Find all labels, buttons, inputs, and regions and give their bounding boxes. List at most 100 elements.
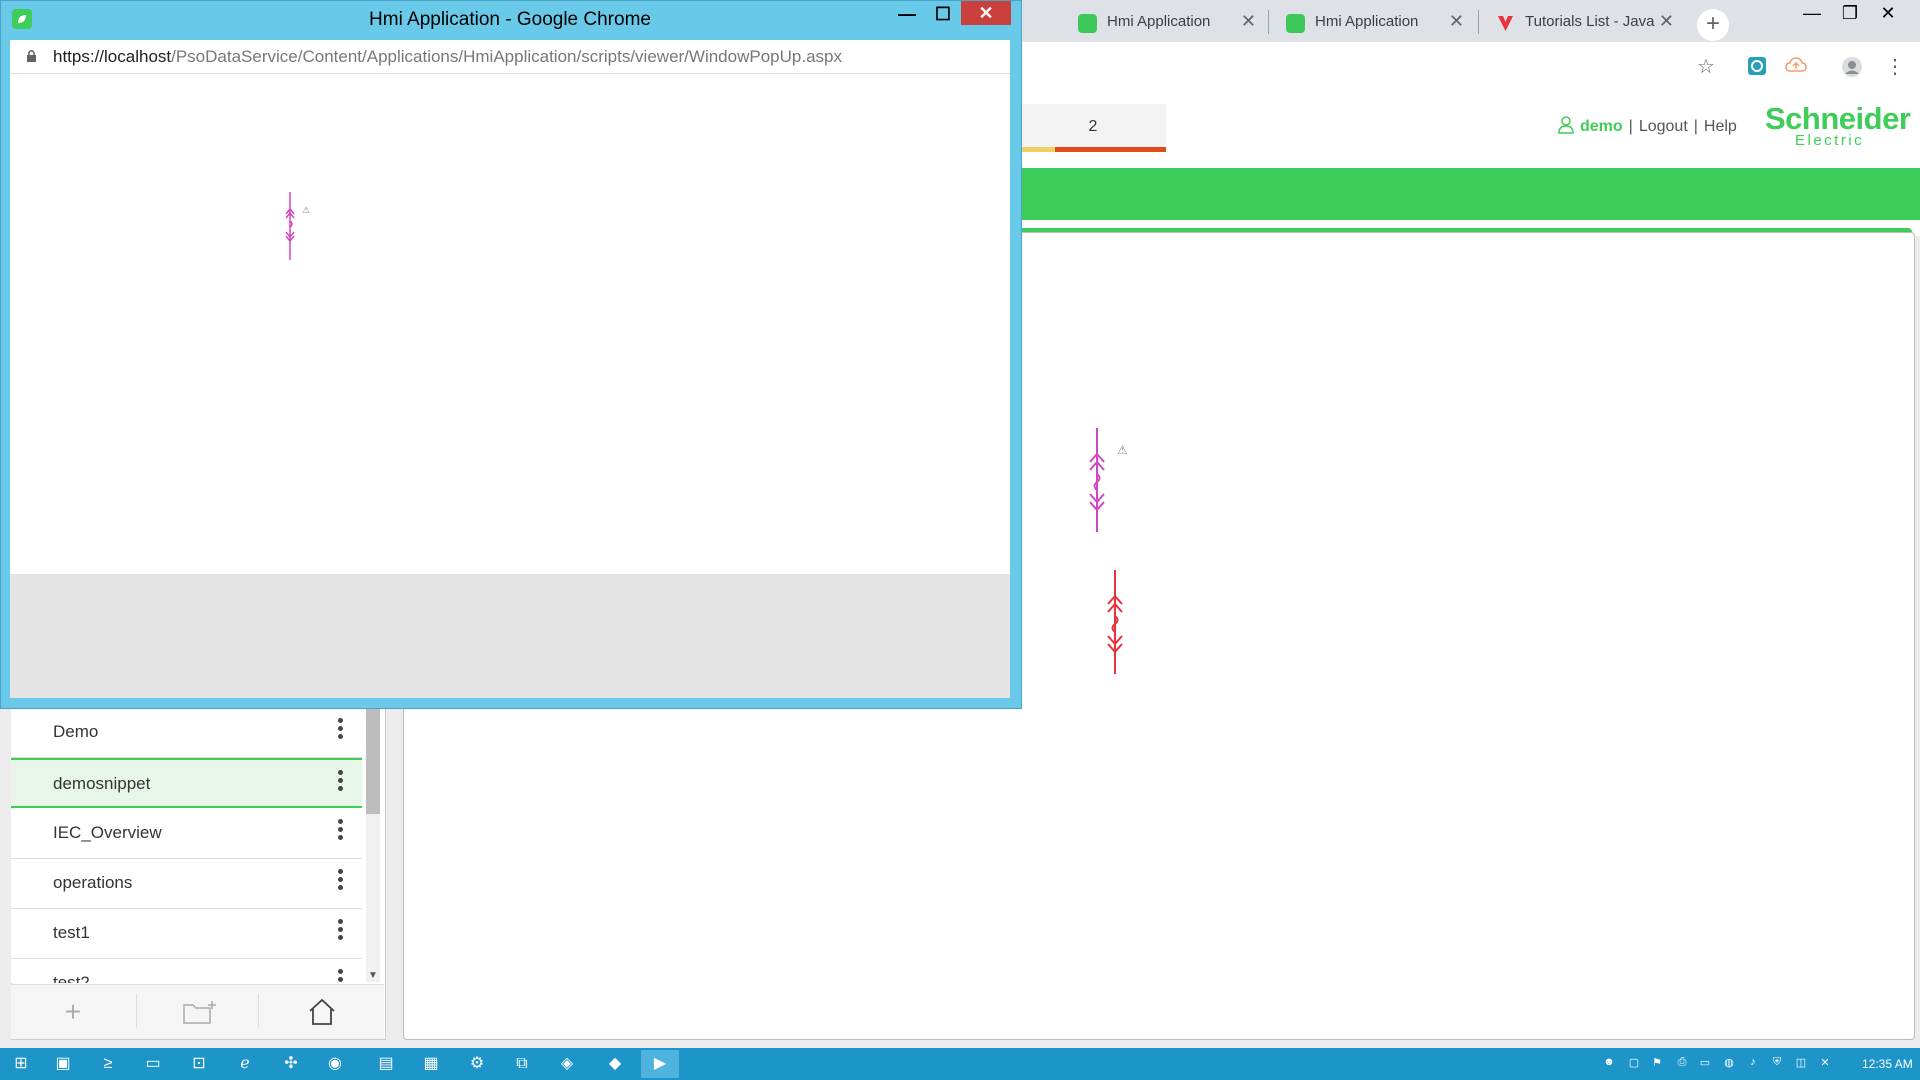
tab-tutorials-list[interactable]: Tutorials List - Java ✕ <box>1480 6 1688 42</box>
list-item-label: demosnippet <box>53 774 151 793</box>
tray-device-icon[interactable]: ▢ <box>1627 1056 1641 1070</box>
more-options-icon[interactable] <box>338 819 344 843</box>
more-options-icon[interactable] <box>338 919 344 943</box>
help-link[interactable]: Help <box>1704 118 1737 135</box>
logo-line1: Schneider <box>1765 101 1911 136</box>
tray-printer-icon[interactable]: ⎙ <box>1675 1056 1689 1070</box>
diagram-tab-label: 2 <box>1088 118 1098 135</box>
popup-content <box>10 74 1010 574</box>
file-explorer-icon[interactable]: ▭ <box>134 1050 172 1078</box>
close-icon[interactable]: ✕ <box>1449 11 1464 32</box>
home-button[interactable] <box>290 992 354 1032</box>
list-item[interactable]: Demo <box>11 708 362 758</box>
add-button[interactable]: + <box>36 992 110 1032</box>
popup-close-button[interactable]: ✕ <box>961 1 1011 25</box>
tab-separator <box>1268 10 1269 34</box>
tab-hmi-application-2[interactable]: Hmi Application ✕ <box>1270 6 1478 42</box>
server-manager-icon[interactable]: ▣ <box>44 1050 82 1078</box>
hmi-app-icon[interactable]: ◈ <box>548 1050 586 1078</box>
clock[interactable]: 12:35 AM <box>1862 1057 1913 1071</box>
more-options-icon[interactable] <box>338 770 344 794</box>
tab-title: Hmi Application <box>1315 13 1419 30</box>
tray-display-icon[interactable]: ▭ <box>1698 1056 1712 1070</box>
network-icon[interactable]: ⊡ <box>180 1050 218 1078</box>
more-options-icon[interactable] <box>338 969 344 983</box>
user-area: demo | Logout | Help <box>1558 116 1737 136</box>
switch-symbol-magenta[interactable]: ⚠ <box>1080 420 1130 540</box>
list-item[interactable]: IEC_Overview <box>11 809 362 859</box>
tray-monitor-icon[interactable]: ◫ <box>1794 1056 1808 1070</box>
tray-security-icon[interactable]: ⛨ <box>1770 1056 1784 1070</box>
popup-title: Hmi Application - Google Chrome <box>369 9 651 30</box>
popup-address-bar[interactable]: https://localhost/PsoDataService/Content… <box>10 40 1010 74</box>
tools-icon[interactable]: ✣ <box>272 1050 310 1078</box>
cloud-icon[interactable] <box>1785 56 1807 78</box>
remote-icon[interactable]: ⧉ <box>503 1050 541 1078</box>
scrollbar-thumb[interactable] <box>366 700 380 814</box>
close-icon[interactable]: ✕ <box>1659 11 1674 32</box>
excel-icon[interactable]: ▦ <box>412 1050 450 1078</box>
popup-maximize-button[interactable]: ☐ <box>925 2 961 26</box>
tray-flag-icon[interactable]: ⚑ <box>1650 1056 1664 1070</box>
scroll-down-arrow-icon[interactable]: ▼ <box>366 970 380 984</box>
switch-symbol-red[interactable] <box>1098 562 1138 682</box>
url-host: https://localhost <box>53 47 172 66</box>
powershell-icon[interactable]: ≥ <box>89 1050 127 1078</box>
menu-icon[interactable]: ⋮ <box>1884 56 1906 78</box>
close-icon[interactable]: ✕ <box>1241 11 1256 32</box>
restore-button[interactable]: ❐ <box>1831 2 1869 28</box>
add-folder-button[interactable] <box>160 992 240 1032</box>
minimize-button[interactable]: — <box>1793 2 1831 28</box>
list-item-label: operations <box>53 873 133 892</box>
tray-people-icon[interactable]: ☻ <box>1602 1056 1616 1070</box>
svg-text:⚠: ⚠ <box>1117 443 1128 457</box>
divider <box>136 994 137 1028</box>
hmi-icon <box>1286 14 1305 33</box>
tab-status-bar-yellow <box>1020 147 1055 152</box>
tray-network-icon[interactable]: ◍ <box>1722 1056 1736 1070</box>
list-item-selected[interactable]: demosnippet <box>11 758 362 808</box>
list-item[interactable]: test2 <box>11 959 362 983</box>
list-item-label: Demo <box>53 722 99 741</box>
list-item[interactable]: test1 <box>11 909 362 959</box>
more-options-icon[interactable] <box>338 869 344 893</box>
logout-link[interactable]: Logout <box>1639 118 1688 135</box>
jetbrains-icon[interactable]: ◆ <box>596 1050 634 1078</box>
schneider-electric-logo: Schneider Electric <box>1765 101 1911 149</box>
settings-app-icon[interactable]: ⚙ <box>458 1050 496 1078</box>
divider <box>258 994 259 1028</box>
close-window-button[interactable]: ✕ <box>1869 2 1907 28</box>
app-icon[interactable]: ▤ <box>367 1050 405 1078</box>
more-options-icon[interactable] <box>338 718 344 742</box>
list-item[interactable]: operations <box>11 859 362 909</box>
tray-alert-icon[interactable]: ✕ <box>1818 1056 1832 1070</box>
username[interactable]: demo <box>1580 118 1623 135</box>
svg-text:⚠: ⚠ <box>302 206 310 216</box>
url-text: https://localhost/PsoDataService/Content… <box>53 47 842 67</box>
diagram-tab[interactable]: 2 <box>1020 104 1166 150</box>
presentation-icon[interactable]: ▶ <box>641 1050 679 1078</box>
separator: | <box>1693 118 1698 135</box>
tab-hmi-application-1[interactable]: Hmi Application ✕ <box>1062 6 1270 42</box>
popup-footer-area <box>10 574 1010 698</box>
tab-status-bar-red <box>1055 147 1166 152</box>
lock-icon <box>26 49 37 66</box>
extension-icon[interactable] <box>1746 56 1768 78</box>
add-folder-icon <box>183 1001 216 1024</box>
chrome-icon[interactable]: ◉ <box>316 1050 354 1078</box>
tray-volume-icon[interactable]: ♪ <box>1746 1056 1760 1070</box>
internet-explorer-icon[interactable]: ℯ <box>226 1050 264 1078</box>
popup-titlebar[interactable]: Hmi Application - Google Chrome <box>0 0 1020 40</box>
star-icon[interactable]: ☆ <box>1695 56 1717 78</box>
logo-line2: Electric <box>1795 132 1865 149</box>
list-item-label: test2 <box>53 973 90 983</box>
separator: | <box>1628 118 1633 135</box>
popup-minimize-button[interactable]: — <box>889 2 925 26</box>
profile-icon[interactable] <box>1841 56 1863 78</box>
home-icon <box>309 998 335 1025</box>
hmi-icon <box>1078 14 1097 33</box>
new-tab-button[interactable]: + <box>1697 9 1729 41</box>
switch-symbol-magenta-small[interactable]: ⚠ <box>278 190 318 262</box>
url-path: /PsoDataService/Content/Applications/Hmi… <box>171 47 842 66</box>
start-button[interactable]: ⊞ <box>2 1050 40 1078</box>
